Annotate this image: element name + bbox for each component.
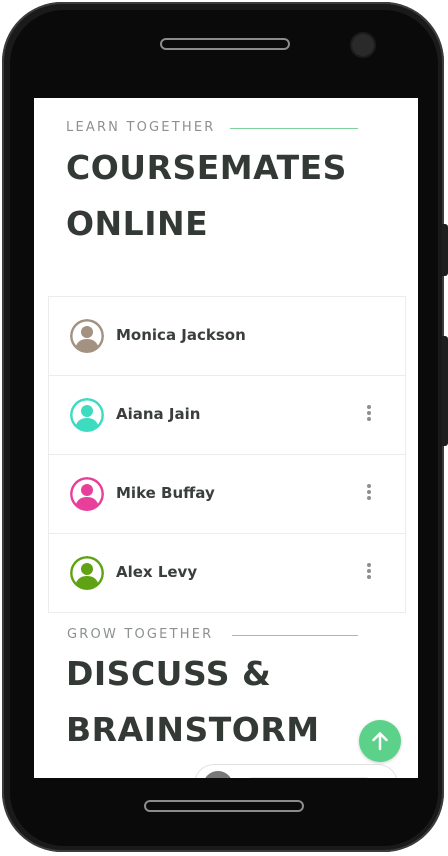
eyebrow-divider [230,128,358,129]
coursemate-name: Monica Jackson [116,326,246,344]
user-avatar-icon [70,477,104,511]
list-item[interactable]: Aiana Jain [49,376,405,455]
section-eyebrow-grow: GROW TOGETHER [67,627,214,642]
coursemate-name: Alex Levy [116,563,198,581]
phone-speaker [160,38,290,50]
list-item[interactable]: Monica Jackson [49,297,405,376]
more-options-icon[interactable] [365,484,373,504]
section-title-line1: DISCUSS & [66,654,272,693]
coursemate-name: Aiana Jain [116,405,201,423]
section-eyebrow-learn: LEARN TOGETHER [66,120,216,135]
discussion-card-peek[interactable] [194,764,398,778]
volume-button [442,224,448,276]
scroll-to-top-button[interactable] [359,720,401,762]
coursemate-name: Mike Buffay [116,484,215,502]
user-avatar-icon [70,556,104,590]
user-avatar-icon [203,771,233,778]
more-options-icon[interactable] [365,405,373,425]
app-screen: LEARN TOGETHER COURSEMATES ONLINE Monica… [34,98,418,778]
section-title-line2: ONLINE [66,204,209,243]
list-item[interactable]: Mike Buffay [49,455,405,534]
placeholder-text [249,777,369,778]
more-options-icon[interactable] [365,563,373,583]
section-title-line2: BRAINSTORM [66,710,320,749]
section-title-line1: COURSEMATES [66,148,347,187]
power-button [442,336,448,446]
user-avatar-icon [70,398,104,432]
user-avatar-icon [70,319,104,353]
coursemates-list: Monica Jackson Aiana Jain Mike Buffay Al… [48,296,406,613]
list-item[interactable]: Alex Levy [49,534,405,612]
eyebrow-divider [232,635,358,636]
home-button[interactable] [144,800,304,812]
arrow-up-icon [372,732,388,751]
camera-icon [352,34,374,56]
